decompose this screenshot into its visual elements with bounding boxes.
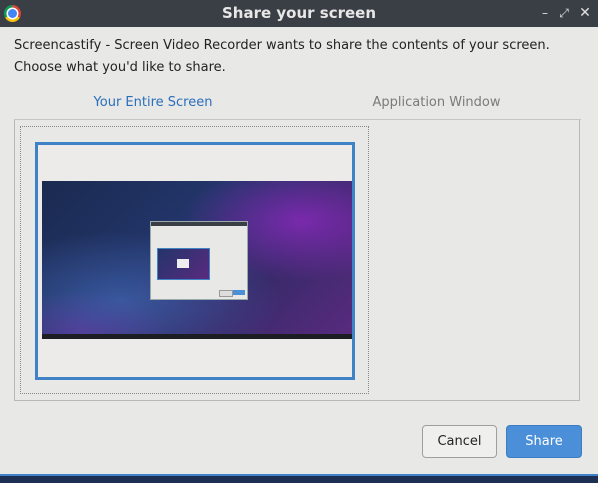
prompt-line-1: Screencastify - Screen Video Recorder wa… — [14, 38, 550, 53]
share-button[interactable]: Share — [506, 425, 582, 458]
tab-application-window[interactable]: Application Window — [292, 93, 581, 119]
cancel-button[interactable]: Cancel — [422, 425, 497, 458]
preview-taskbar — [42, 334, 352, 339]
maximize-icon[interactable]: ⤢ — [557, 6, 571, 20]
minimize-icon[interactable]: – — [538, 6, 552, 20]
window-titlebar: Share your screen – ⤢ ✕ — [0, 0, 598, 27]
preview-dialog-titlebar — [151, 222, 247, 226]
tab-entire-screen[interactable]: Your Entire Screen — [14, 93, 292, 121]
screen-thumbnail[interactable] — [35, 142, 355, 380]
preview-dialog-inner — [177, 259, 189, 268]
window-title: Share your screen — [221, 4, 377, 22]
preview-cancel-button — [219, 290, 233, 297]
preview-dialog — [150, 221, 248, 300]
preview-share-button — [233, 290, 245, 295]
desktop-background-strip — [0, 474, 598, 483]
screen-preview-image — [42, 181, 352, 339]
preview-dialog-thumbnail — [157, 248, 210, 280]
source-tabs: Your Entire Screen Application Window — [14, 93, 581, 121]
close-icon[interactable]: ✕ — [578, 6, 592, 20]
prompt-line-2: Choose what you'd like to share. — [14, 60, 226, 75]
share-prompt: Screencastify - Screen Video Recorder wa… — [14, 35, 584, 79]
